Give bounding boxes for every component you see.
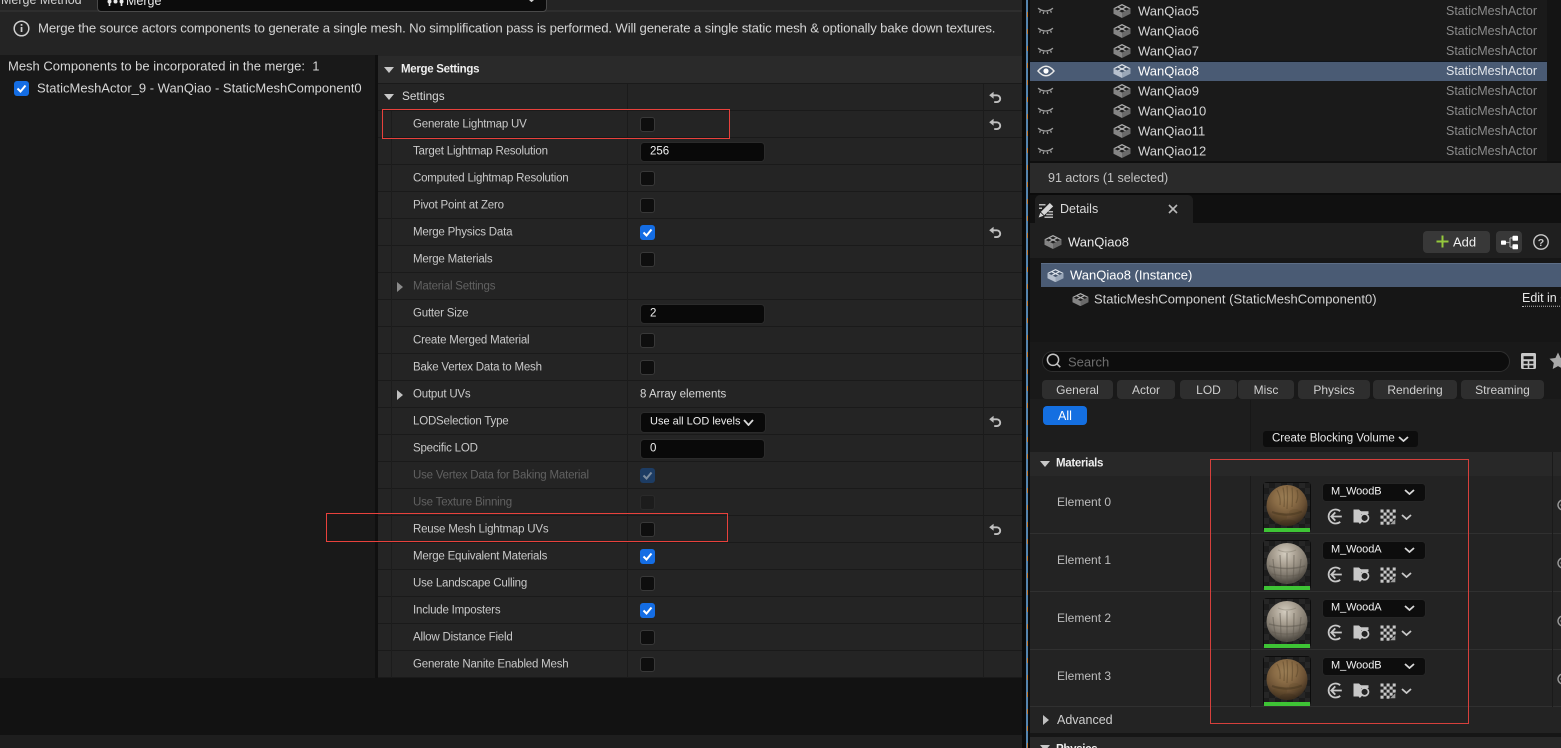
svg-text:?: ? (1538, 237, 1544, 249)
